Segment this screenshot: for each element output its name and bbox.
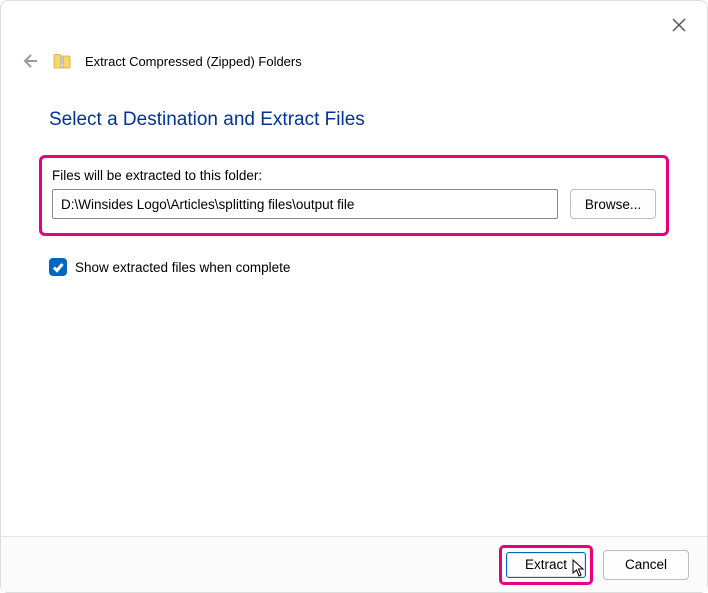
back-button[interactable]: [19, 51, 39, 71]
destination-label: Files will be extracted to this folder:: [52, 168, 656, 183]
zip-folder-icon: [53, 52, 71, 70]
arrow-left-icon: [20, 52, 38, 70]
destination-row: Browse...: [52, 189, 656, 219]
extract-highlight: Extract: [499, 545, 593, 585]
cancel-button[interactable]: Cancel: [603, 550, 689, 580]
extract-button[interactable]: Extract: [506, 552, 586, 578]
dialog-footer: Extract Cancel: [1, 536, 707, 592]
browse-button[interactable]: Browse...: [570, 189, 656, 219]
page-heading: Select a Destination and Extract Files: [49, 109, 659, 131]
close-button[interactable]: [665, 11, 693, 39]
extract-dialog: Extract Compressed (Zipped) Folders Sele…: [0, 0, 708, 593]
show-files-checkbox-label: Show extracted files when complete: [75, 260, 290, 275]
show-files-checkbox[interactable]: [49, 258, 67, 276]
destination-path-input[interactable]: [52, 189, 558, 219]
dialog-content: Select a Destination and Extract Files F…: [49, 109, 659, 276]
close-icon: [672, 18, 686, 32]
dialog-header: Extract Compressed (Zipped) Folders: [19, 51, 302, 71]
check-icon: [52, 261, 64, 273]
destination-highlight: Files will be extracted to this folder: …: [39, 155, 669, 236]
show-files-checkbox-row: Show extracted files when complete: [49, 258, 659, 276]
dialog-title: Extract Compressed (Zipped) Folders: [85, 54, 302, 69]
